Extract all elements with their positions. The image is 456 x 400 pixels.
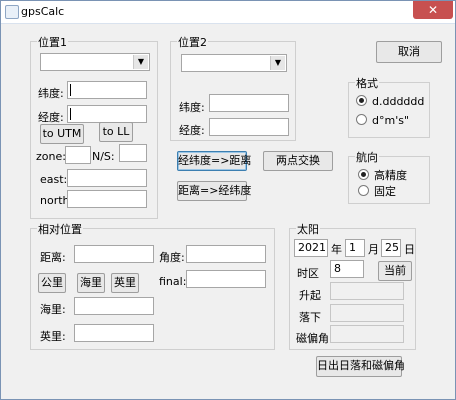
app-window: gpsCalc ✕ 位置1 ▼ 纬度: 经度: to UTM to LL zon… bbox=[0, 0, 456, 400]
close-button[interactable]: ✕ bbox=[413, 1, 453, 19]
to-utm-button[interactable]: to UTM bbox=[40, 124, 84, 144]
position1-lon-input[interactable] bbox=[67, 105, 147, 123]
position2-lat-label: 纬度: bbox=[179, 101, 205, 114]
format-legend: 格式 bbox=[355, 75, 379, 91]
position2-lon-label: 经度: bbox=[179, 124, 205, 137]
sunset-field bbox=[330, 304, 404, 322]
cancel-button[interactable]: 取消 bbox=[376, 41, 442, 63]
distance-label: 距离: bbox=[40, 251, 66, 264]
latlon-to-distance-button[interactable]: 经纬度=>距离 bbox=[177, 151, 251, 171]
angle-input[interactable] bbox=[186, 245, 266, 263]
window-title: gpsCalc bbox=[21, 5, 65, 18]
position2-lon-input[interactable] bbox=[209, 118, 289, 136]
position1-legend: 位置1 bbox=[37, 34, 68, 50]
km-button[interactable]: 公里 bbox=[38, 273, 66, 293]
distance-to-latlon-button[interactable]: 距离=>经纬度 bbox=[177, 181, 251, 201]
format-dms-label: d°m's" bbox=[372, 114, 410, 127]
chevron-down-icon: ▼ bbox=[270, 56, 285, 70]
app-icon bbox=[5, 5, 19, 19]
radio-unselected-icon bbox=[356, 114, 367, 125]
heading-group: 航向 高精度 固定 bbox=[348, 149, 430, 204]
year-input[interactable]: 2021 bbox=[294, 239, 328, 257]
north-input[interactable] bbox=[67, 190, 147, 208]
nautical-mile-button[interactable]: 海里 bbox=[77, 273, 105, 293]
ns-label: N/S: bbox=[92, 150, 115, 163]
radio-selected-icon bbox=[358, 169, 369, 180]
angle-label: 角度: bbox=[159, 251, 185, 264]
radio-unselected-icon bbox=[358, 185, 369, 196]
mile-input[interactable] bbox=[74, 324, 154, 342]
timezone-input[interactable]: 8 bbox=[330, 260, 364, 278]
title-bar: gpsCalc ✕ bbox=[1, 1, 455, 24]
position2-group: 位置2 ▼ 纬度: 经度: bbox=[170, 34, 296, 141]
heading-precise-radio[interactable]: 高精度 bbox=[358, 167, 407, 182]
relative-position-legend: 相对位置 bbox=[37, 221, 83, 237]
declination-field bbox=[330, 325, 404, 343]
month-label: 月 bbox=[368, 243, 379, 256]
sun-group: 太阳 2021 年 1 月 25 日 时区 8 当前 升起 落下 磁偏角 bbox=[289, 221, 416, 350]
sunrise-label: 升起 bbox=[299, 289, 321, 302]
heading-fixed-label: 固定 bbox=[374, 185, 396, 198]
format-decimal-label: d.dddddd bbox=[372, 95, 425, 108]
to-ll-button[interactable]: to LL bbox=[99, 122, 133, 142]
heading-precise-label: 高精度 bbox=[374, 169, 407, 182]
sunset-label: 落下 bbox=[299, 311, 321, 324]
ns-input[interactable] bbox=[119, 144, 147, 162]
sunrise-field bbox=[330, 282, 404, 300]
position2-lat-input[interactable] bbox=[209, 94, 289, 112]
chevron-down-icon: ▼ bbox=[133, 55, 148, 69]
day-input[interactable]: 25 bbox=[381, 239, 401, 257]
text-caret bbox=[70, 108, 71, 120]
distance-input[interactable] bbox=[74, 245, 154, 263]
zone-input[interactable] bbox=[65, 146, 91, 164]
relative-position-group: 相对位置 距离: 角度: 公里 海里 英里 final: 海里: 英里: bbox=[30, 221, 275, 350]
mile-label: 英里: bbox=[40, 330, 66, 343]
swap-points-button[interactable]: 两点交换 bbox=[263, 151, 333, 171]
month-input[interactable]: 1 bbox=[345, 239, 365, 257]
nautical-mile-label: 海里: bbox=[40, 303, 66, 316]
timezone-label: 时区 bbox=[297, 267, 319, 280]
position1-lat-input[interactable] bbox=[67, 81, 147, 99]
mile-button[interactable]: 英里 bbox=[111, 273, 139, 293]
day-label: 日 bbox=[404, 243, 415, 256]
sun-legend: 太阳 bbox=[296, 221, 320, 237]
radio-selected-icon bbox=[356, 95, 367, 106]
format-dms-radio[interactable]: d°m's" bbox=[356, 114, 409, 128]
heading-legend: 航向 bbox=[355, 149, 379, 165]
heading-fixed-radio[interactable]: 固定 bbox=[358, 183, 396, 198]
year-label: 年 bbox=[331, 243, 342, 256]
zone-label: zone: bbox=[36, 150, 66, 163]
position1-group: 位置1 ▼ 纬度: 经度: to UTM to LL zone: N/S: ea… bbox=[30, 34, 158, 219]
format-decimal-radio[interactable]: d.dddddd bbox=[356, 95, 424, 109]
sunrise-sunset-declination-button[interactable]: 日出日落和磁偏角 bbox=[316, 356, 405, 377]
text-caret bbox=[70, 84, 71, 96]
position1-lat-label: 纬度: bbox=[38, 87, 64, 100]
now-button[interactable]: 当前 bbox=[378, 261, 412, 281]
nautical-mile-input[interactable] bbox=[74, 297, 154, 315]
position2-legend: 位置2 bbox=[177, 34, 208, 50]
position2-select[interactable]: ▼ bbox=[181, 54, 287, 72]
final-label: final: bbox=[159, 275, 187, 288]
final-input[interactable] bbox=[186, 270, 266, 288]
position1-select[interactable]: ▼ bbox=[40, 53, 150, 71]
position1-lon-label: 经度: bbox=[38, 111, 64, 124]
declination-label: 磁偏角 bbox=[296, 332, 329, 345]
east-input[interactable] bbox=[67, 169, 147, 187]
east-label: east: bbox=[40, 173, 68, 186]
format-group: 格式 d.dddddd d°m's" bbox=[348, 75, 430, 138]
